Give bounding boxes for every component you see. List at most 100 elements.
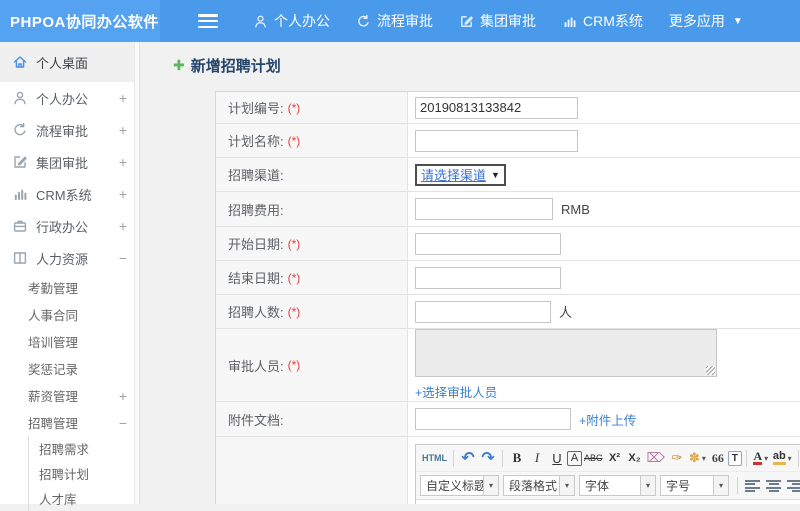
- form-row-channel: 招聘渠道: 请选择渠道 ▼: [216, 158, 800, 192]
- attachment-input[interactable]: [415, 408, 571, 430]
- upload-attachment-link[interactable]: +附件上传: [579, 410, 636, 429]
- sidebar: 个人桌面 个人办公 + 流程审批 + 集团审批 + CRM系统 + 行政办公 +…: [0, 42, 140, 504]
- font-border-button[interactable]: A: [567, 451, 582, 466]
- sidebar-item-label: 流程审批: [36, 121, 117, 140]
- expand-icon[interactable]: +: [117, 90, 129, 106]
- sidebar-item-desktop[interactable]: 个人桌面: [0, 42, 139, 82]
- italic-button[interactable]: I: [527, 448, 547, 469]
- editor-content-area[interactable]: [416, 500, 800, 504]
- sidebar-item-workflow-approval[interactable]: 流程审批 +: [0, 114, 139, 146]
- plan-no-input[interactable]: [415, 97, 578, 119]
- bold-button[interactable]: B: [507, 448, 527, 469]
- strikethrough-button[interactable]: ABC: [582, 448, 605, 469]
- align-center-icon[interactable]: [766, 480, 781, 492]
- topnav-workflow-approval[interactable]: 流程审批: [343, 0, 446, 42]
- align-left-icon[interactable]: [745, 480, 760, 492]
- page-title-row: ✚ 新增招聘计划: [173, 55, 800, 76]
- topnav-group-approval[interactable]: 集团审批: [446, 0, 549, 42]
- superscript-button[interactable]: X²: [605, 448, 625, 469]
- sidebar-item-training[interactable]: 培训管理: [0, 328, 139, 355]
- font-color-button[interactable]: A ▾: [751, 448, 771, 469]
- chevron-down-icon: ▾: [483, 476, 498, 495]
- dropdown-value: 段落格式: [504, 477, 559, 494]
- end-date-input[interactable]: [415, 267, 561, 289]
- paragraph-format-dropdown[interactable]: 段落格式 ▾: [503, 475, 575, 496]
- remove-format-icon[interactable]: ⌦: [645, 448, 667, 469]
- field-label: 招聘人数: (*): [216, 295, 408, 328]
- recruit-plan-form: 计划编号: (*) 计划名称: (*) 招聘渠道: 请选择渠道: [215, 91, 800, 504]
- plan-name-input[interactable]: [415, 130, 578, 152]
- custom-heading-dropdown[interactable]: 自定义标题 ▾: [420, 475, 499, 496]
- topnav-label: 个人办公: [274, 11, 330, 31]
- undo-icon[interactable]: ↶: [458, 448, 478, 469]
- channel-select[interactable]: 请选择渠道 ▼: [415, 164, 506, 186]
- user-icon: [12, 90, 28, 106]
- approver-textarea[interactable]: [415, 329, 717, 377]
- headcount-input[interactable]: [415, 301, 551, 323]
- paste-as-text-icon[interactable]: T: [728, 451, 742, 466]
- sidebar-item-hr-contract[interactable]: 人事合同: [0, 301, 139, 328]
- expand-icon[interactable]: +: [117, 122, 129, 138]
- topnav-label: 集团审批: [480, 11, 536, 31]
- editor-toolbar-row1: HTML ↶ ↷ B I U A ABC X² X₂ ⌦ ✑: [416, 445, 800, 472]
- label-text: 附件文档:: [228, 410, 284, 429]
- topnav-label: CRM系统: [583, 11, 643, 31]
- choose-approver-link[interactable]: +选择审批人员: [415, 382, 497, 401]
- sidebar-item-personal-office[interactable]: 个人办公 +: [0, 82, 139, 114]
- sidebar-item-crm-system[interactable]: CRM系统 +: [0, 178, 139, 210]
- topnav-personal-office[interactable]: 个人办公: [240, 0, 343, 42]
- sidebar-item-recruit-plan[interactable]: 招聘计划: [29, 461, 139, 486]
- sidebar-item-recruit-demand[interactable]: 招聘需求: [29, 436, 139, 461]
- start-date-input[interactable]: [415, 233, 561, 255]
- sidebar-item-human-resources[interactable]: 人力资源 −: [0, 242, 139, 274]
- html-source-button[interactable]: HTML: [420, 448, 449, 469]
- fee-unit: RMB: [561, 202, 590, 217]
- sidebar-item-label: 薪资管理: [28, 386, 117, 405]
- menu-toggle-icon[interactable]: [198, 14, 218, 28]
- required-mark: (*): [288, 271, 301, 285]
- sidebar-item-group-approval[interactable]: 集团审批 +: [0, 146, 139, 178]
- field-label: 开始日期: (*): [216, 227, 408, 260]
- user-icon: [253, 14, 268, 29]
- fee-input[interactable]: [415, 198, 553, 220]
- topnav-more-apps[interactable]: 更多应用 ▼: [656, 0, 756, 42]
- expand-icon[interactable]: +: [117, 388, 129, 404]
- sidebar-item-admin-office[interactable]: 行政办公 +: [0, 210, 139, 242]
- sidebar-item-recruit-manage[interactable]: 招聘管理 −: [0, 409, 139, 436]
- field-label: 计划名称: (*): [216, 124, 408, 157]
- subscript-button[interactable]: X₂: [625, 448, 645, 469]
- blockquote-button[interactable]: 66: [708, 448, 728, 469]
- sidebar-scrollbar[interactable]: [134, 42, 139, 504]
- sidebar-item-rewards[interactable]: 奖惩记录: [0, 355, 139, 382]
- sidebar-item-label: 招聘计划: [39, 464, 129, 483]
- field-label: 计划编号: (*): [216, 92, 408, 123]
- expand-icon[interactable]: +: [117, 218, 129, 234]
- format-brush-icon[interactable]: ✑: [667, 448, 687, 469]
- font-family-dropdown[interactable]: 字体 ▾: [579, 475, 656, 496]
- highlight-color-button[interactable]: ab ▾: [771, 448, 794, 469]
- form-row-approver: 审批人员: (*) +选择审批人员: [216, 329, 800, 402]
- sidebar-item-attendance[interactable]: 考勤管理: [0, 274, 139, 301]
- home-icon: [12, 54, 28, 70]
- underline-button[interactable]: U: [547, 448, 567, 469]
- collapse-icon[interactable]: −: [117, 250, 129, 266]
- form-row-editor: HTML ↶ ↷ B I U A ABC X² X₂ ⌦ ✑: [216, 437, 800, 504]
- expand-icon[interactable]: +: [117, 186, 129, 202]
- topnav-label: 更多应用: [669, 11, 725, 31]
- collapse-icon[interactable]: −: [117, 415, 129, 431]
- sidebar-item-label: 招聘管理: [28, 413, 117, 432]
- sidebar-item-salary[interactable]: 薪资管理 +: [0, 382, 139, 409]
- flow-icon: [356, 14, 371, 29]
- expand-icon[interactable]: +: [117, 154, 129, 170]
- redo-icon[interactable]: ↷: [478, 448, 498, 469]
- font-size-dropdown[interactable]: 字号 ▾: [660, 475, 729, 496]
- sidebar-item-label: 集团审批: [36, 153, 117, 172]
- topnav-crm-system[interactable]: CRM系统: [549, 0, 656, 42]
- quick-format-icon[interactable]: ✽ ▾: [687, 448, 708, 469]
- form-row-headcount: 招聘人数: (*) 人: [216, 295, 800, 329]
- sidebar-item-label: 人事合同: [28, 305, 129, 324]
- spray-glyph: ✽: [689, 450, 700, 466]
- top-navigation-bar: PHPOA协同办公软件 个人办公 流程审批 集团审批 CRM系统 更多应用 ▼: [0, 0, 800, 42]
- sidebar-item-talent-pool[interactable]: 人才库: [29, 486, 139, 511]
- align-right-icon[interactable]: [787, 480, 800, 492]
